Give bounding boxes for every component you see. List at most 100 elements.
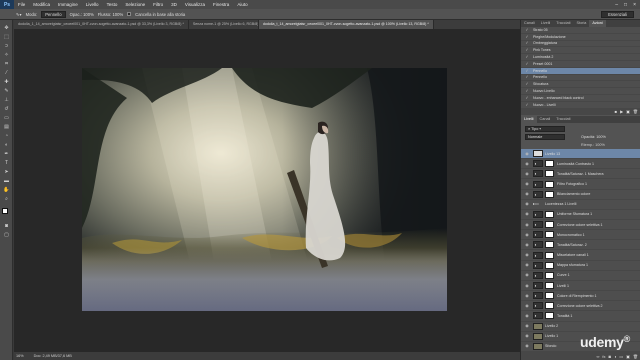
history-item[interactable]: ✓ Ombreggiatura: [521, 41, 640, 48]
eye-icon[interactable]: ◉: [524, 222, 530, 227]
quick-mask-icon[interactable]: ◙: [2, 222, 11, 229]
document-tab[interactable]: dodolia_1_14_amorelgtatsr_ceoeel001_0HT-…: [14, 20, 189, 29]
screen-mode-icon[interactable]: ▢: [2, 231, 11, 238]
layer-mask-thumbnail[interactable]: [545, 261, 554, 269]
layer-row[interactable]: ◉ Livello 2: [521, 322, 640, 332]
hand-tool-icon[interactable]: ✋: [2, 186, 11, 193]
trash-icon[interactable]: 🗑: [633, 109, 638, 115]
document-tab[interactable]: Senza nome-1 @ 25% (Livello 6, RGB/8) *: [189, 20, 259, 29]
delete-layer-icon[interactable]: 🗑: [633, 354, 638, 359]
maximize-icon[interactable]: □: [624, 2, 627, 8]
shape-tool-icon[interactable]: ▬: [2, 177, 11, 184]
eye-icon[interactable]: ◉: [524, 303, 530, 308]
menu-item-2[interactable]: Immagine: [54, 2, 82, 7]
history-item[interactable]: ✓ Pennello: [521, 75, 640, 82]
layer-row[interactable]: ◉ ◑ Curve 1: [521, 271, 640, 281]
eye-icon[interactable]: ◉: [524, 313, 530, 318]
layer-row[interactable]: ◉ Livello 13: [521, 149, 640, 160]
layer-row[interactable]: ◉ ◑ Monocromatico 1: [521, 230, 640, 241]
check-icon[interactable]: ✓: [524, 68, 530, 73]
check-icon[interactable]: ✓: [524, 75, 530, 79]
layers-tab[interactable]: Canali: [537, 116, 554, 123]
layer-row[interactable]: ◉ ◑ Tonalità/Saturaz. 2: [521, 240, 640, 251]
minimize-icon[interactable]: –: [615, 2, 618, 8]
workspace-select[interactable]: Essenziali: [601, 10, 634, 18]
magic-wand-icon[interactable]: ✧: [2, 51, 11, 58]
mask-icon[interactable]: ◙: [609, 354, 611, 359]
brush-tool-icon[interactable]: ✎: [2, 87, 11, 94]
layer-mask-thumbnail[interactable]: [545, 170, 554, 178]
folder-icon[interactable]: ▭: [619, 354, 623, 359]
gradient-tool-icon[interactable]: ▤: [2, 123, 11, 130]
layer-mask-thumbnail[interactable]: [545, 231, 554, 239]
check-icon[interactable]: ✓: [524, 82, 530, 86]
blur-tool-icon[interactable]: ◔: [2, 132, 11, 139]
history-item[interactable]: ✓ Preset 0001: [521, 61, 640, 68]
clone-stamp-icon[interactable]: ⊥: [2, 96, 11, 103]
eye-icon[interactable]: ◉: [524, 344, 530, 348]
zoom-tool-icon[interactable]: ⌕: [2, 195, 11, 202]
eraser-tool-icon[interactable]: ▭: [2, 114, 11, 121]
history-tab[interactable]: Tracciati: [553, 20, 573, 27]
layer-mask-thumbnail[interactable]: [545, 160, 554, 168]
foreground-color-swatch[interactable]: [2, 208, 8, 214]
lasso-tool-icon[interactable]: ↄ: [2, 42, 11, 49]
menu-item-6[interactable]: Filtro: [149, 2, 167, 7]
layers-tab[interactable]: Livelli: [521, 116, 537, 123]
check-icon[interactable]: ✓: [524, 95, 530, 100]
eye-icon[interactable]: ◉: [524, 171, 530, 176]
eye-icon[interactable]: ◉: [524, 182, 530, 186]
history-item[interactable]: ✓ Sfocatura: [521, 81, 640, 89]
marquee-tool-icon[interactable]: ⬚: [2, 33, 11, 40]
eye-icon[interactable]: ◉: [524, 263, 530, 267]
eye-icon[interactable]: ◉: [524, 232, 530, 237]
check-icon[interactable]: ✓: [524, 27, 530, 32]
eye-icon[interactable]: ◉: [524, 293, 530, 298]
layer-row[interactable]: ◉ ▸▭ Lucentezza 1 Livelli: [521, 200, 640, 210]
layer-mask-thumbnail[interactable]: [545, 292, 554, 300]
layer-row[interactable]: ◉ ◑ Correzione colore selettiva 1: [521, 220, 640, 231]
menu-item-10[interactable]: Aiuto: [233, 2, 251, 7]
layer-row[interactable]: ◉ ◑ Filtro Fotografico 1: [521, 179, 640, 190]
dodge-tool-icon[interactable]: ◐: [2, 141, 11, 148]
history-item[interactable]: ✓ Pink Tones: [521, 47, 640, 55]
layer-row[interactable]: ◉ ◑ Uniforme Sfumatura 1: [521, 210, 640, 221]
adjustment-icon[interactable]: ◑: [614, 354, 616, 359]
history-tab[interactable]: Storia: [573, 20, 589, 27]
flow-label[interactable]: Flusso: 100%: [98, 12, 123, 17]
erase-history-checkbox[interactable]: [127, 12, 132, 16]
history-item[interactable]: ✓ Pieghe/Modulazione: [521, 34, 640, 41]
move-tool-icon[interactable]: ✥: [2, 24, 11, 31]
eye-icon[interactable]: ◉: [524, 283, 530, 288]
layer-mask-thumbnail[interactable]: [545, 251, 554, 259]
blend-mode-select[interactable]: Normale: [525, 134, 565, 140]
play-icon[interactable]: ▶: [620, 109, 623, 115]
layer-mask-thumbnail[interactable]: [545, 180, 554, 188]
layer-mask-thumbnail[interactable]: [545, 302, 554, 310]
menu-item-5[interactable]: Selezione: [121, 2, 149, 7]
layer-row[interactable]: ◉ ◑ Livelli 1: [521, 281, 640, 292]
history-tab[interactable]: Livelli: [538, 20, 554, 27]
eye-icon[interactable]: ◉: [524, 253, 530, 257]
eyedropper-icon[interactable]: ⁄: [2, 69, 11, 76]
layer-fill[interactable]: Riemp.: 100%: [581, 143, 605, 147]
brush-preset-icon[interactable]: ✎▾: [16, 12, 22, 17]
history-item[interactable]: ✓ Nuovo - Livelli: [521, 102, 640, 109]
document-image[interactable]: [82, 68, 447, 311]
check-icon[interactable]: ✓: [524, 48, 530, 52]
layers-tab[interactable]: Tracciati: [553, 116, 573, 123]
history-item[interactable]: ✓ Pennello: [521, 67, 640, 75]
layer-mask-thumbnail[interactable]: [545, 282, 554, 289]
healing-brush-icon[interactable]: ✚: [2, 78, 11, 85]
eye-icon[interactable]: ◉: [524, 202, 530, 206]
eye-icon[interactable]: ◉: [524, 334, 530, 338]
new-layer-icon[interactable]: ▣: [626, 354, 630, 359]
opacity-label[interactable]: Opac.: 100%: [70, 12, 94, 17]
layer-row[interactable]: ◉ ◑ Correzione colore selettiva 2: [521, 301, 640, 312]
stop-icon[interactable]: ■: [615, 109, 617, 115]
eye-icon[interactable]: ◉: [524, 192, 530, 196]
layer-row[interactable]: ◉ ◑ Mappa sfumatura 1: [521, 261, 640, 271]
eye-icon[interactable]: ◉: [524, 212, 530, 216]
check-icon[interactable]: ✓: [524, 41, 530, 45]
history-item[interactable]: ✓ Strato 05: [521, 27, 640, 34]
